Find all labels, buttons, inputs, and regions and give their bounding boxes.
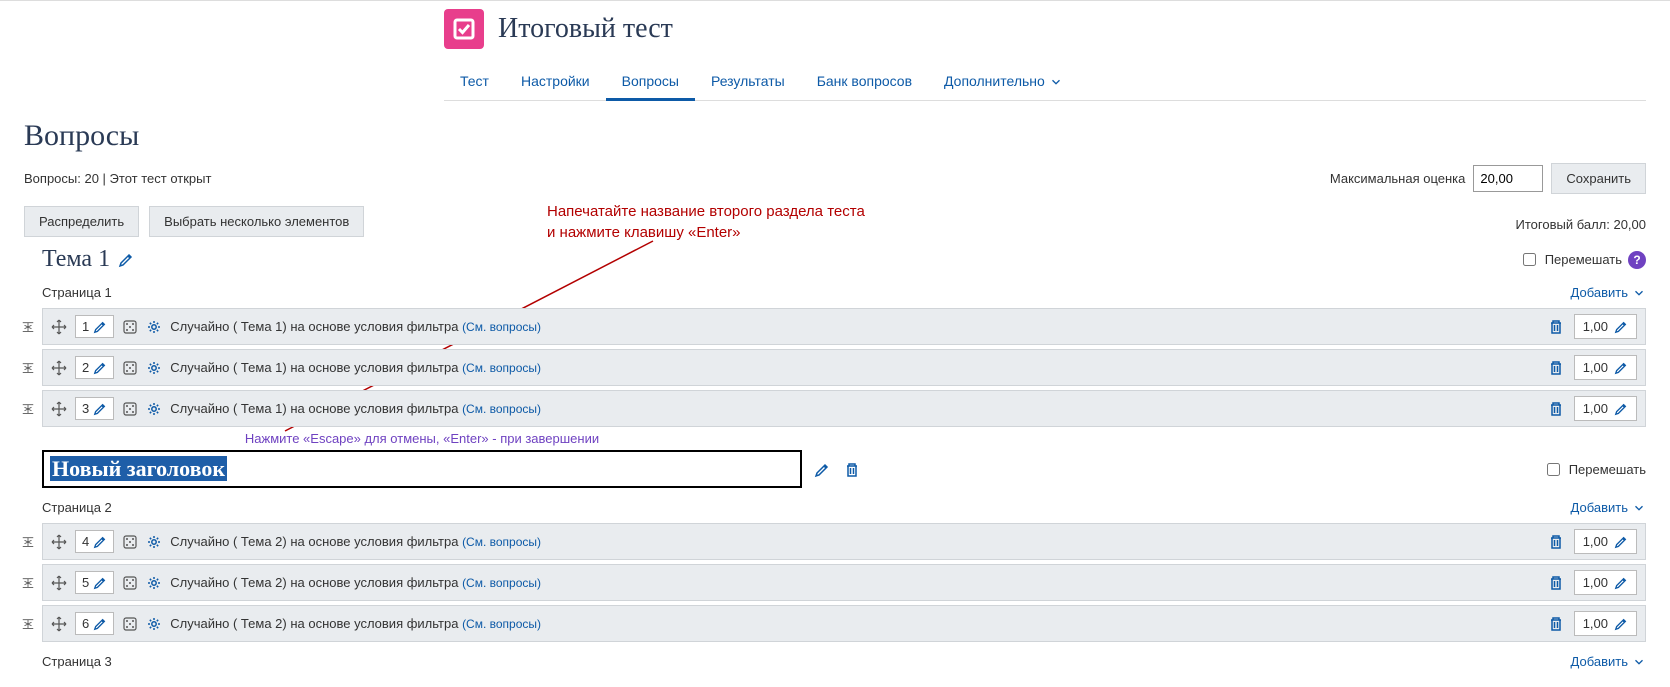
page-title: Итоговый тест: [498, 13, 673, 45]
question-number[interactable]: 5: [75, 571, 114, 594]
quiz-meta: Вопросы: 20 | Этот тест открыт: [24, 171, 211, 186]
see-questions-link[interactable]: (См. вопросы): [462, 402, 541, 416]
delete-question-icon[interactable]: [1548, 359, 1564, 376]
page-label: Страница 1: [42, 281, 112, 304]
question-row: 2 Случайно ( Тема 1) на основе условия ф…: [42, 349, 1646, 386]
question-row: 5 Случайно ( Тема 2) на основе условия ф…: [42, 564, 1646, 601]
shuffle-label: Перемешать: [1545, 252, 1622, 267]
delete-question-icon[interactable]: [1548, 400, 1564, 417]
help-icon[interactable]: ?: [1628, 251, 1646, 269]
save-button[interactable]: Сохранить: [1551, 163, 1646, 194]
question-number[interactable]: 2: [75, 356, 114, 379]
random-icon: [122, 400, 138, 417]
quiz-icon: [444, 9, 484, 49]
random-icon: [122, 615, 138, 632]
question-text: Случайно ( Тема 1) на основе условия фил…: [170, 360, 541, 375]
max-grade-input[interactable]: [1473, 165, 1543, 192]
see-questions-link[interactable]: (См. вопросы): [462, 617, 541, 631]
question-number[interactable]: 1: [75, 315, 114, 338]
see-questions-link[interactable]: (См. вопросы): [462, 576, 541, 590]
see-questions-link[interactable]: (См. вопросы): [462, 361, 541, 375]
delete-question-icon[interactable]: [1548, 533, 1564, 550]
add-question-dropdown[interactable]: Добавить: [1571, 285, 1646, 300]
move-icon[interactable]: [51, 400, 67, 417]
question-number[interactable]: 6: [75, 612, 114, 635]
tab-2[interactable]: Вопросы: [606, 63, 695, 101]
question-mark[interactable]: 1,00: [1574, 355, 1637, 380]
shuffle-label: Перемешать: [1569, 462, 1646, 477]
page-split-icon[interactable]: [21, 617, 35, 631]
delete-question-icon[interactable]: [1548, 615, 1564, 632]
gear-icon[interactable]: [146, 400, 162, 417]
question-mark[interactable]: 1,00: [1574, 529, 1637, 554]
question-row: 1 Случайно ( Тема 1) на основе условия ф…: [42, 308, 1646, 345]
tab-3[interactable]: Результаты: [695, 63, 801, 101]
question-mark[interactable]: 1,00: [1574, 314, 1637, 339]
page-split-icon[interactable]: [21, 576, 35, 590]
question-mark[interactable]: 1,00: [1574, 396, 1637, 421]
gear-icon[interactable]: [146, 615, 162, 632]
move-icon[interactable]: [51, 574, 67, 591]
see-questions-link[interactable]: (См. вопросы): [462, 535, 541, 549]
random-icon: [122, 533, 138, 550]
edit-title-icon[interactable]: [118, 251, 134, 268]
section-title-input[interactable]: Новый заголовок: [42, 450, 802, 488]
move-icon[interactable]: [51, 615, 67, 632]
page-label: Страница 3: [42, 650, 112, 673]
question-text: Случайно ( Тема 1) на основе условия фил…: [170, 401, 541, 416]
edit-title-icon[interactable]: [814, 460, 830, 477]
question-text: Случайно ( Тема 2) на основе условия фил…: [170, 575, 541, 590]
section-heading: Вопросы: [24, 119, 1646, 153]
random-icon: [122, 574, 138, 591]
question-text: Случайно ( Тема 1) на основе условия фил…: [170, 319, 541, 334]
see-questions-link[interactable]: (См. вопросы): [462, 320, 541, 334]
question-text: Случайно ( Тема 2) на основе условия фил…: [170, 616, 541, 631]
random-icon: [122, 359, 138, 376]
select-multiple-button[interactable]: Выбрать несколько элементов: [149, 206, 364, 237]
page-label: Страница 2: [42, 496, 112, 519]
question-row: 3 Случайно ( Тема 1) на основе условия ф…: [42, 390, 1646, 427]
shuffle-checkbox[interactable]: [1523, 253, 1536, 266]
shuffle-checkbox[interactable]: [1547, 463, 1560, 476]
question-mark[interactable]: 1,00: [1574, 611, 1637, 636]
tab-4[interactable]: Банк вопросов: [801, 63, 928, 101]
page-split-icon[interactable]: [21, 361, 35, 375]
tab-5[interactable]: Дополнительно: [928, 63, 1079, 101]
random-icon: [122, 318, 138, 335]
repaginate-button[interactable]: Распределить: [24, 206, 139, 237]
question-number[interactable]: 4: [75, 530, 114, 553]
gear-icon[interactable]: [146, 574, 162, 591]
question-row: 4 Случайно ( Тема 2) на основе условия ф…: [42, 523, 1646, 560]
nav-tabs: ТестНастройкиВопросыРезультатыБанк вопро…: [444, 63, 1646, 101]
delete-question-icon[interactable]: [1548, 318, 1564, 335]
page-split-icon[interactable]: [21, 535, 35, 549]
move-icon[interactable]: [51, 318, 67, 335]
gear-icon[interactable]: [146, 533, 162, 550]
page-split-icon[interactable]: [21, 402, 35, 416]
gear-icon[interactable]: [146, 359, 162, 376]
question-number[interactable]: 3: [75, 397, 114, 420]
move-icon[interactable]: [51, 359, 67, 376]
gear-icon[interactable]: [146, 318, 162, 335]
question-mark[interactable]: 1,00: [1574, 570, 1637, 595]
question-text: Случайно ( Тема 2) на основе условия фил…: [170, 534, 541, 549]
max-grade-label: Максимальная оценка: [1330, 171, 1466, 186]
move-icon[interactable]: [51, 533, 67, 550]
question-row: 6 Случайно ( Тема 2) на основе условия ф…: [42, 605, 1646, 642]
section-title: Тема 1: [42, 246, 110, 273]
chevron-down-icon: [1049, 72, 1063, 88]
add-question-dropdown[interactable]: Добавить: [1571, 654, 1646, 669]
tab-0[interactable]: Тест: [444, 63, 505, 101]
page-split-icon[interactable]: [21, 320, 35, 334]
add-question-dropdown[interactable]: Добавить: [1571, 500, 1646, 515]
tab-1[interactable]: Настройки: [505, 63, 606, 101]
delete-section-icon[interactable]: [844, 460, 860, 477]
delete-question-icon[interactable]: [1548, 574, 1564, 591]
